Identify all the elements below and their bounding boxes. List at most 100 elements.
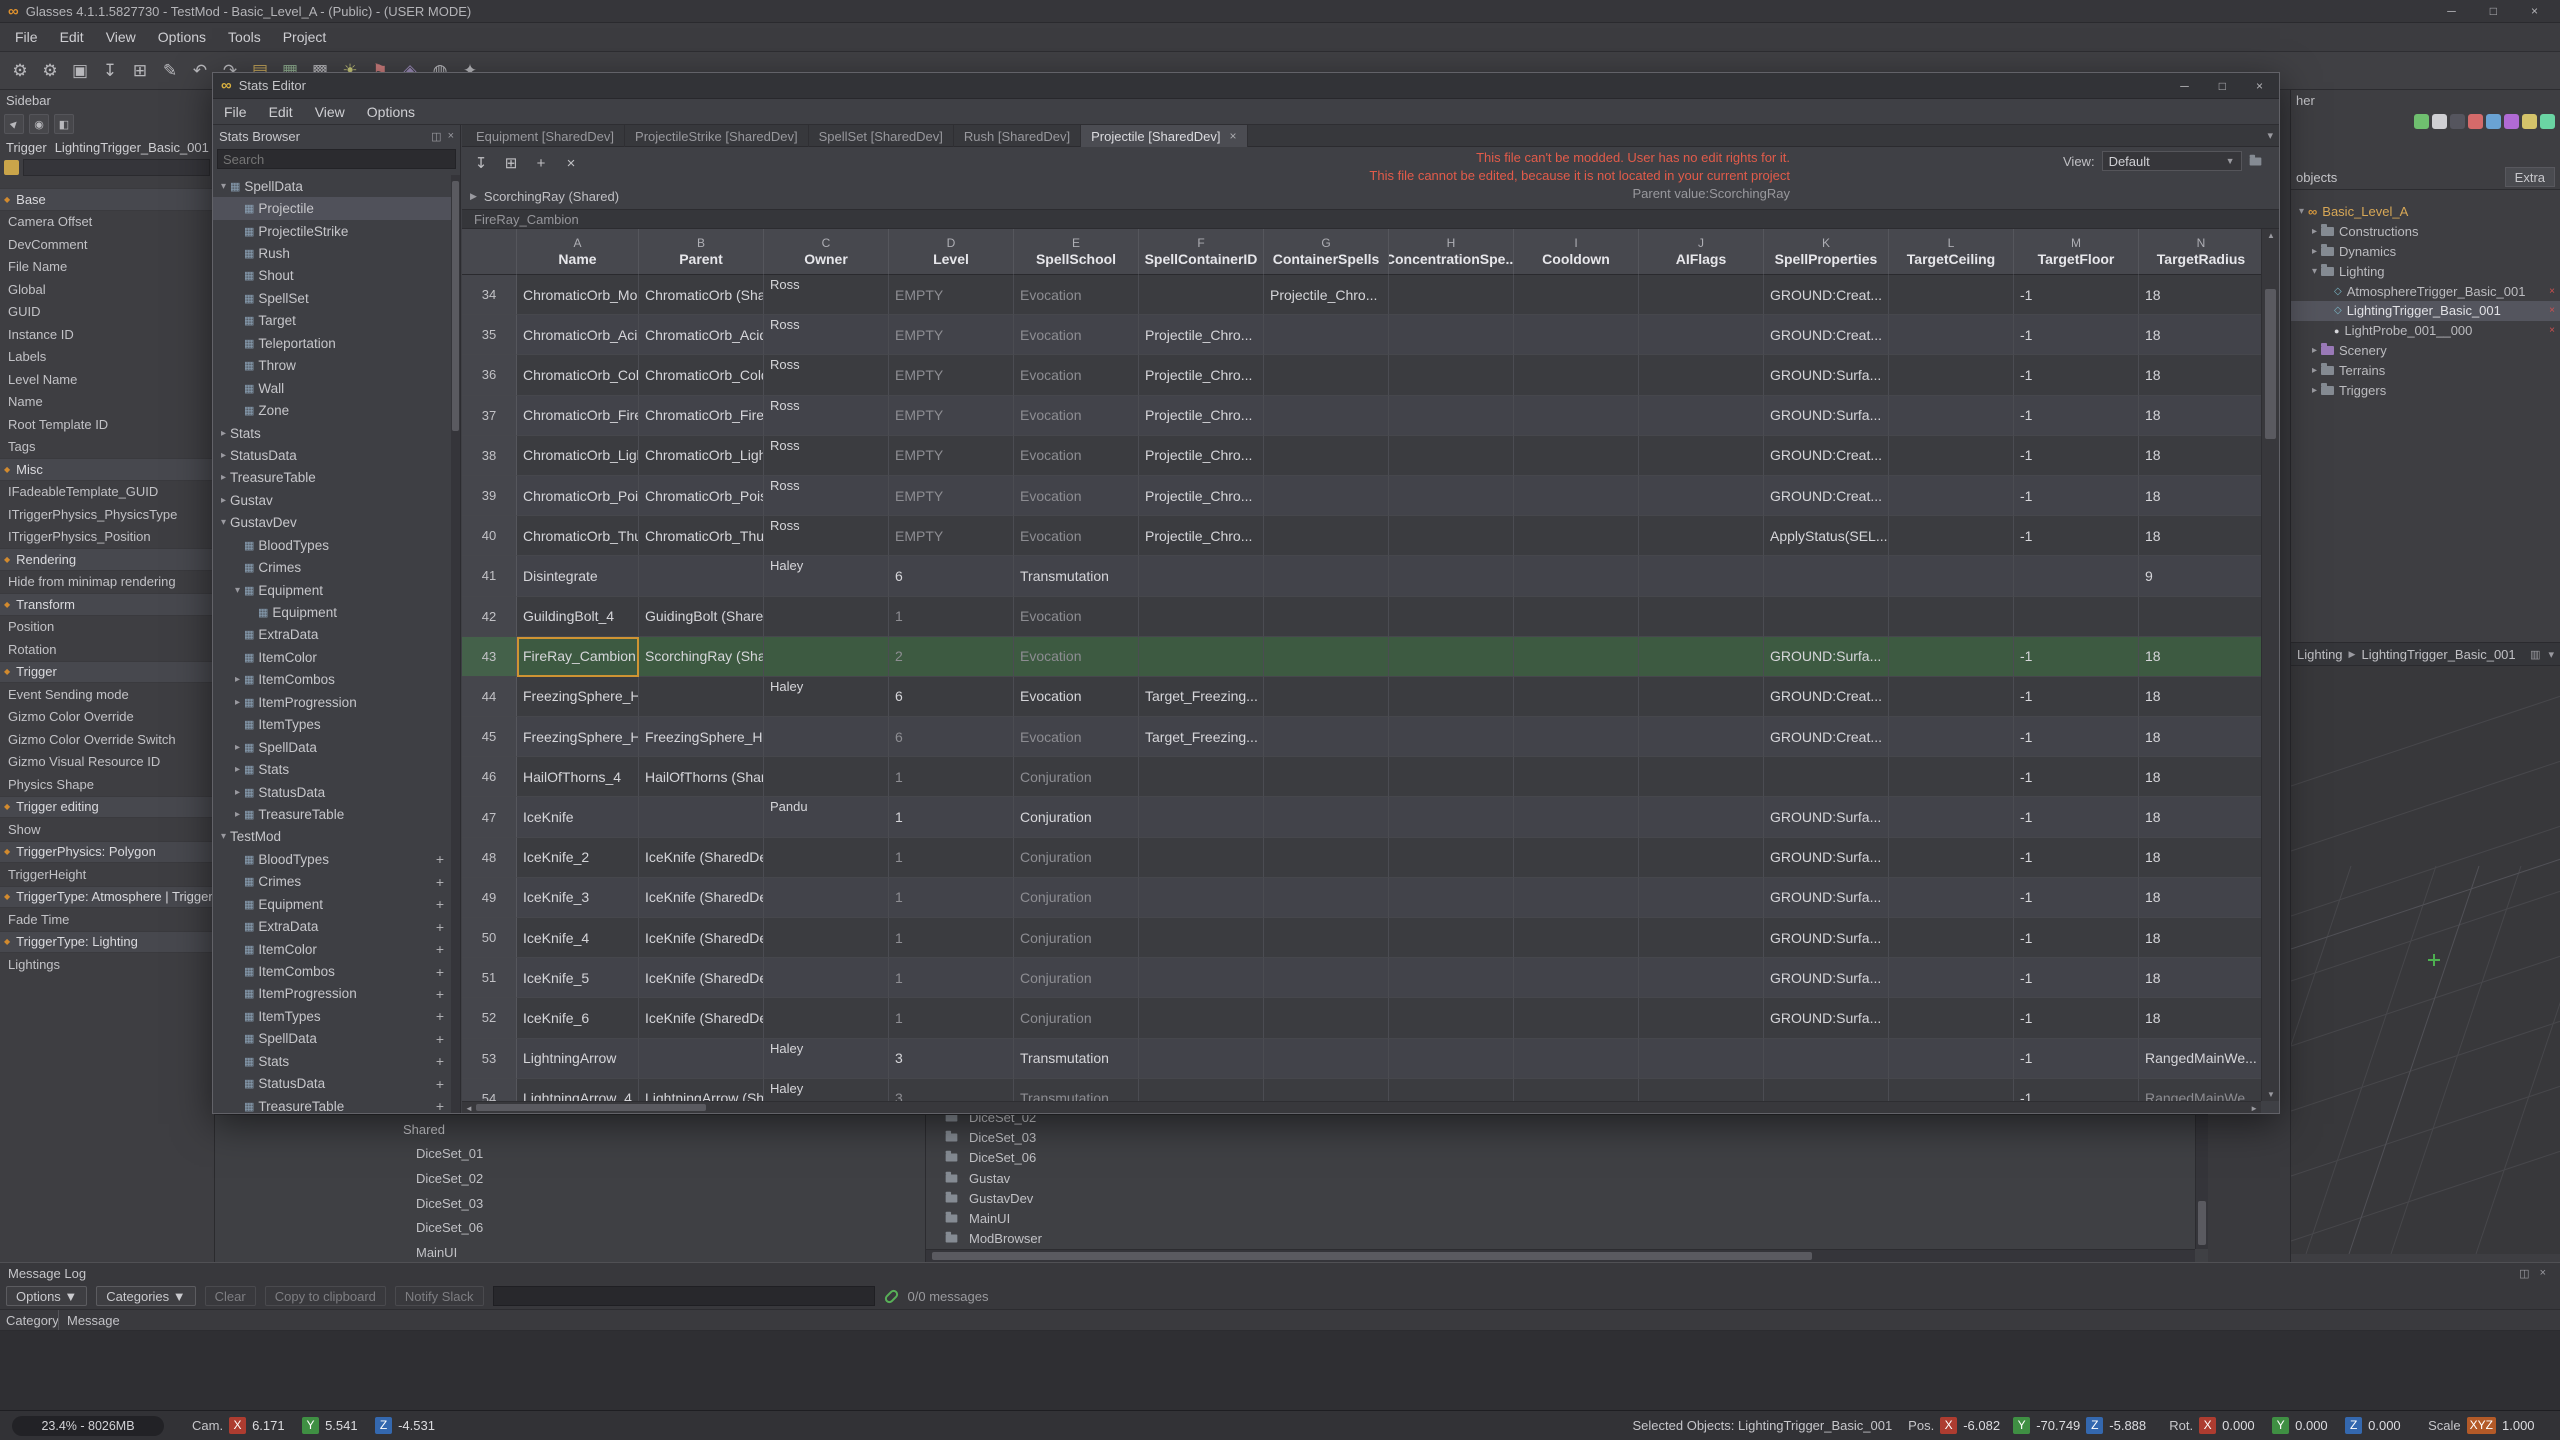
stats-menu-edit[interactable]: Edit — [258, 104, 304, 120]
maximize-button[interactable]: □ — [2219, 79, 2226, 93]
cell-r37-c10[interactable]: GROUND:Surfa... — [1764, 396, 1889, 436]
sidebar-group-trigger[interactable]: ◆Trigger — [0, 661, 214, 684]
tree-scrollbar[interactable] — [451, 175, 460, 1113]
cell-r49-c1[interactable]: IceKnife (SharedDev) — [639, 878, 764, 918]
cell-r48-c1[interactable]: IceKnife (SharedDev) — [639, 838, 764, 878]
cell-r49-c0[interactable]: IceKnife_3 — [517, 878, 639, 918]
sidebar-item-gizmo-visual-resource-id[interactable]: Gizmo Visual Resource ID — [0, 751, 214, 774]
menu-tools[interactable]: Tools — [217, 29, 272, 45]
filter-input[interactable] — [23, 159, 210, 176]
stats-search-input[interactable] — [217, 149, 456, 169]
column-header-concentrationspe[interactable]: HConcentrationSpe... — [1389, 229, 1514, 275]
cell-r47-c6[interactable] — [1264, 797, 1389, 837]
column-header-owner[interactable]: COwner — [764, 229, 889, 275]
cell-r43-c4[interactable]: Evocation — [1014, 637, 1139, 677]
cell-r52-c11[interactable] — [1889, 998, 2014, 1038]
cell-r41-c3[interactable]: 6 — [889, 556, 1014, 596]
cell-r52-c12[interactable]: -1 — [2014, 998, 2139, 1038]
scrollbar[interactable] — [926, 1249, 2195, 1262]
cell-r52-c3[interactable]: 1 — [889, 998, 1014, 1038]
row-number-cell[interactable]: 42 — [462, 597, 517, 637]
stats-tree-itemcolor[interactable]: ▦ItemColor — [213, 646, 451, 668]
cell-r50-c2[interactable] — [764, 918, 889, 958]
cell-r40-c3[interactable]: EMPTY — [889, 516, 1014, 556]
cell-r45-c4[interactable]: Evocation — [1014, 717, 1139, 757]
cell-r50-c10[interactable]: GROUND:Surfa... — [1764, 918, 1889, 958]
cell-r48-c9[interactable] — [1639, 838, 1764, 878]
cell-r38-c1[interactable]: ChromaticOrb_Lightning (Shared) — [639, 436, 764, 476]
cell-r47-c0[interactable]: IceKnife — [517, 797, 639, 837]
cell-r35-c13[interactable]: 18 — [2139, 315, 2261, 355]
scroll-down-icon[interactable]: ▼ — [2267, 1090, 2275, 1099]
add-entry-button[interactable]: + — [436, 1098, 444, 1113]
cell-r39-c4[interactable]: Evocation — [1014, 476, 1139, 516]
cell-r48-c13[interactable]: 18 — [2139, 838, 2261, 878]
column-header-targetceiling[interactable]: LTargetCeiling — [1889, 229, 2014, 275]
cell-r34-c9[interactable] — [1639, 275, 1764, 315]
cell-r35-c8[interactable] — [1514, 315, 1639, 355]
sidebar-item-show[interactable]: Show — [0, 818, 214, 841]
sidebar-group-triggerphysics-polygon[interactable]: ◆TriggerPhysics: Polygon — [0, 841, 214, 864]
cell-r51-c12[interactable]: -1 — [2014, 958, 2139, 998]
cell-r35-c6[interactable] — [1264, 315, 1389, 355]
cell-r52-c10[interactable]: GROUND:Surfa... — [1764, 998, 1889, 1038]
cell-r52-c7[interactable] — [1389, 998, 1514, 1038]
column-header-cooldown[interactable]: ICooldown — [1514, 229, 1639, 275]
cell-r44-c12[interactable]: -1 — [2014, 677, 2139, 717]
cell-r45-c3[interactable]: 6 — [889, 717, 1014, 757]
cell-r37-c7[interactable] — [1389, 396, 1514, 436]
table-row-54[interactable]: 54LightningArrow_4LightningArrow (Shared… — [462, 1079, 2261, 1101]
cell-r36-c6[interactable] — [1264, 355, 1389, 395]
row-number-cell[interactable]: 34 — [462, 275, 517, 315]
cell-r53-c10[interactable] — [1764, 1039, 1889, 1079]
cell-r35-c12[interactable]: -1 — [2014, 315, 2139, 355]
cell-r39-c0[interactable]: ChromaticOrb_Poiso... — [517, 476, 639, 516]
cell-r54-c8[interactable] — [1514, 1079, 1639, 1101]
cell-r40-c0[interactable]: ChromaticOrb_Thun... — [517, 516, 639, 556]
maximize-button[interactable]: □ — [2490, 4, 2497, 18]
sidebar-item-name[interactable]: Name — [0, 391, 214, 414]
cell-r45-c5[interactable]: Target_Freezing... — [1139, 717, 1264, 757]
add-entry-button[interactable]: + — [436, 941, 444, 957]
cell-r42-c4[interactable]: Evocation — [1014, 597, 1139, 637]
cell-r46-c0[interactable]: HailOfThorns_4 — [517, 757, 639, 797]
cell-r50-c13[interactable]: 18 — [2139, 918, 2261, 958]
expand-arrow-icon[interactable]: ▶ — [470, 191, 477, 202]
cell-r45-c6[interactable] — [1264, 717, 1389, 757]
cell-r36-c4[interactable]: Evocation — [1014, 355, 1139, 395]
cell-r41-c7[interactable] — [1389, 556, 1514, 596]
cell-r39-c3[interactable]: EMPTY — [889, 476, 1014, 516]
cell-r44-c13[interactable]: 18 — [2139, 677, 2261, 717]
expand-arrow-icon[interactable]: ▸ — [217, 450, 230, 461]
expand-arrow-icon[interactable]: ▾ — [2308, 266, 2321, 277]
bg-list-item-diceset-06[interactable]: DiceSet_06 — [926, 1148, 2194, 1168]
cell-r52-c8[interactable] — [1514, 998, 1639, 1038]
bg-list-item-gustav[interactable]: Gustav — [926, 1168, 2194, 1188]
water-icon[interactable] — [2486, 114, 2501, 129]
scroll-up-icon[interactable]: ▲ — [2267, 231, 2275, 240]
sidebar-item-position[interactable]: Position — [0, 616, 214, 639]
cell-r41-c9[interactable] — [1639, 556, 1764, 596]
cell-r44-c2[interactable]: Haley — [764, 677, 889, 717]
cell-r50-c8[interactable] — [1514, 918, 1639, 958]
cell-r42-c9[interactable] — [1639, 597, 1764, 637]
table-row-46[interactable]: 46HailOfThorns_4HailOfThorns (Shared)1Co… — [462, 757, 2261, 797]
cell-r35-c0[interactable]: ChromaticOrb_Acid_... — [517, 315, 639, 355]
cell-r45-c8[interactable] — [1514, 717, 1639, 757]
sidebar-item-global[interactable]: Global — [0, 278, 214, 301]
column-header-message[interactable]: Message — [59, 1313, 120, 1328]
cell-r54-c5[interactable] — [1139, 1079, 1264, 1101]
cell-r48-c11[interactable] — [1889, 838, 2014, 878]
cell-r38-c5[interactable]: Projectile_Chro... — [1139, 436, 1264, 476]
stats-tree-spelldata[interactable]: ▾▦SpellData — [213, 175, 451, 197]
cell-r51-c3[interactable]: 1 — [889, 958, 1014, 998]
expand-arrow-icon[interactable]: ▸ — [2308, 365, 2321, 376]
table-row-41[interactable]: 41DisintegrateHaley6Transmutation9 — [462, 556, 2261, 596]
expand-arrow-icon[interactable]: ▸ — [217, 495, 230, 506]
cell-r36-c3[interactable]: EMPTY — [889, 355, 1014, 395]
cell-r52-c9[interactable] — [1639, 998, 1764, 1038]
filter-icon[interactable] — [4, 160, 19, 175]
cell-r43-c8[interactable] — [1514, 637, 1639, 677]
cell-r51-c1[interactable]: IceKnife (SharedDev) — [639, 958, 764, 998]
cell-r40-c4[interactable]: Evocation — [1014, 516, 1139, 556]
